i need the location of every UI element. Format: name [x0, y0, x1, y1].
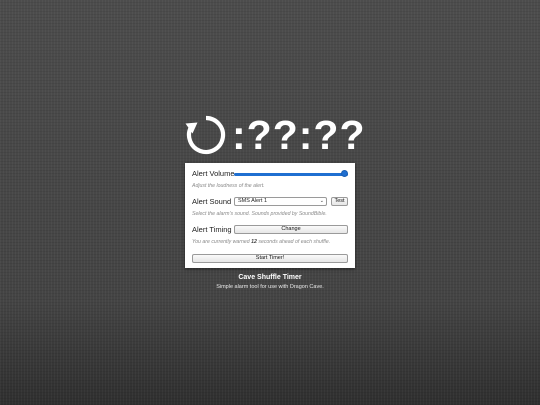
sound-row: Alert Sound SMS Alert 1 ⌄ Test — [192, 197, 348, 206]
timing-label: Alert Timing — [192, 225, 232, 234]
volume-slider-track — [234, 172, 348, 176]
sound-label: Alert Sound — [192, 197, 232, 206]
timing-row: Alert Timing Change — [192, 225, 348, 234]
timer-display: :??:?? — [184, 112, 365, 158]
chevron-down-icon: ⌄ — [319, 198, 324, 204]
sound-select-value: SMS Alert 1 — [238, 198, 268, 204]
timing-hint: You are currently warned 12 seconds ahea… — [192, 239, 350, 245]
refresh-icon — [184, 113, 228, 157]
sound-select[interactable]: SMS Alert 1 ⌄ — [234, 197, 327, 206]
start-timer-button[interactable]: Start Timer! — [192, 254, 348, 263]
timing-hint-suffix: seconds ahead of each shuffle. — [256, 239, 331, 245]
volume-label: Alert Volume — [192, 169, 235, 178]
app-subtitle: Simple alarm tool for use with Dragon Ca… — [216, 284, 324, 290]
test-sound-button[interactable]: Test — [331, 197, 348, 206]
volume-slider-thumb[interactable] — [341, 169, 348, 177]
app-title: Cave Shuffle Timer — [238, 274, 302, 281]
timing-hint-prefix: You are currently warned — [192, 239, 252, 245]
volume-hint: Adjust the loudness of the alert. — [192, 183, 265, 189]
change-timing-button[interactable]: Change — [234, 225, 348, 234]
volume-row: Alert Volume — [192, 169, 348, 178]
timer-countdown: :??:?? — [232, 112, 366, 158]
sound-hint: Select the alarm's sound. Sounds provide… — [192, 211, 327, 217]
volume-slider[interactable] — [234, 169, 348, 178]
settings-panel: Alert Volume Adjust the loudness of the … — [185, 163, 355, 268]
